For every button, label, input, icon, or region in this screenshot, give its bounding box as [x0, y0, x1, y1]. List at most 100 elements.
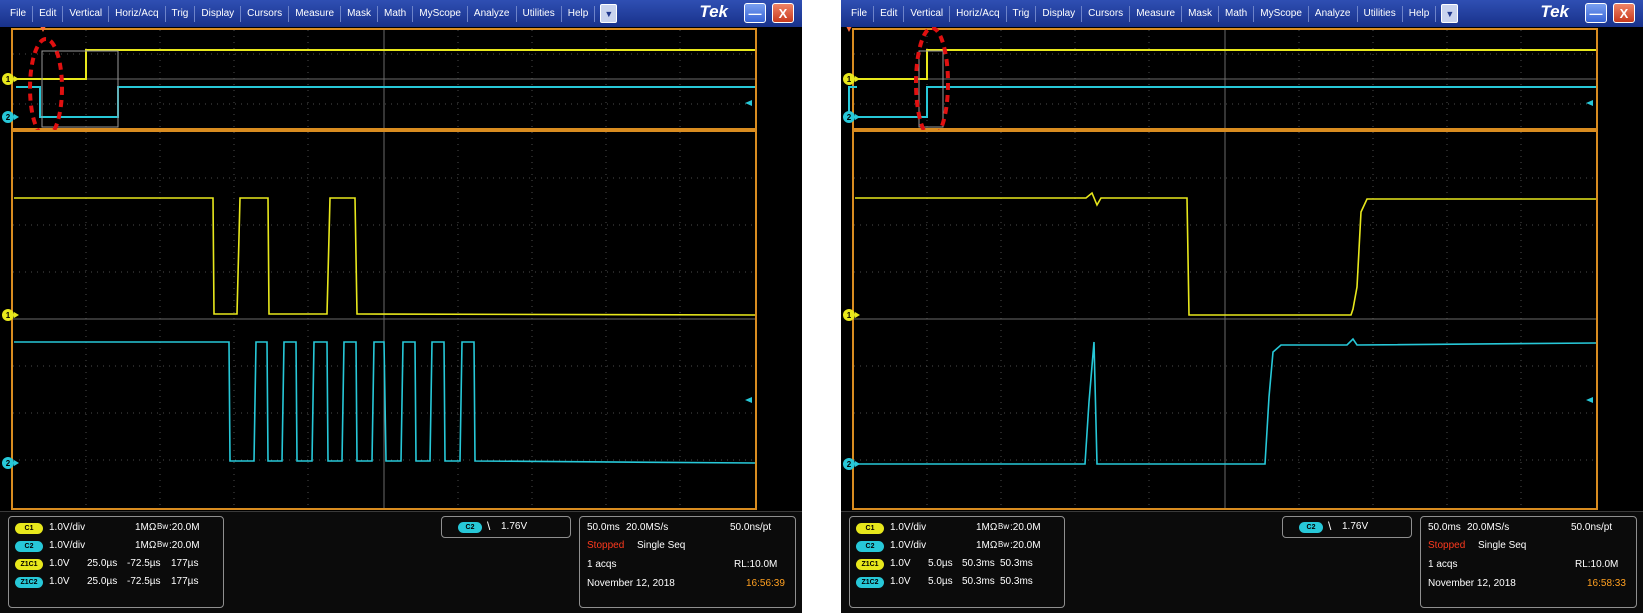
zoom1-ch1-readout[interactable]: Z1C1 1.0V 5.0µs 50.3ms 50.3ms — [850, 555, 1064, 573]
z1c2-badge: Z1C2 — [15, 577, 43, 588]
menu-utilities[interactable]: Utilities — [1358, 5, 1403, 22]
trigger-position-marker[interactable] — [846, 27, 852, 32]
svg-text:1: 1 — [847, 311, 852, 320]
timebase: 50.0ms — [587, 522, 620, 533]
acq-date: November 12, 2018 — [1428, 578, 1516, 589]
ch2-readout[interactable]: C2 1.0V/div 1MΩ Bw :20.0M — [850, 537, 1064, 555]
menu-mask[interactable]: Mask — [1182, 5, 1219, 22]
menu-horiz-acq[interactable]: Horiz/Acq — [109, 5, 166, 22]
menu-dropdown-icon[interactable]: ▼ — [1441, 4, 1459, 23]
ch2-scale: 1.0V/div — [49, 540, 86, 551]
z1c2-pos: 50.3ms — [962, 576, 995, 587]
menu-myscope[interactable]: MyScope — [413, 5, 468, 22]
menu-vertical[interactable]: Vertical — [904, 5, 951, 22]
ch2-readout[interactable]: C2 1.0V/div 1MΩ Bw :20.0M — [9, 537, 223, 555]
sample-rate: 20.0MS/s — [626, 522, 669, 533]
svg-text:2: 2 — [847, 113, 852, 122]
zoom1-ch2-readout[interactable]: Z1C2 1.0V 5.0µs 50.3ms 50.3ms — [850, 573, 1064, 591]
minimize-button[interactable]: — — [744, 3, 766, 23]
ch1-bw-label: Bw — [998, 522, 1010, 531]
waveform-display[interactable]: 1 2 1 2 — [0, 27, 802, 511]
z1c2-pos: -72.5µs — [127, 576, 161, 587]
svg-text:2: 2 — [847, 460, 852, 469]
record-length: RL:10.0M — [1575, 559, 1619, 570]
acq-count: 1 acqs — [1428, 559, 1458, 570]
menu-vertical[interactable]: Vertical — [63, 5, 110, 22]
menu-help[interactable]: Help — [1403, 5, 1437, 22]
z1c2-time: 25.0µs — [87, 576, 118, 587]
minimize-button[interactable]: — — [1585, 3, 1607, 23]
acq-mode: Single Seq — [637, 540, 686, 551]
falling-edge-icon: \ — [487, 519, 491, 533]
channel-settings-panel[interactable]: C1 1.0V/div 1MΩ Bw :20.0M C2 1.0V/div 1M… — [849, 516, 1065, 608]
svg-text:2: 2 — [6, 113, 11, 122]
resolution: 50.0ns/pt — [1571, 522, 1613, 533]
zoom1-ch2-readout[interactable]: Z1C2 1.0V 25.0µs -72.5µs 177µs — [9, 573, 223, 591]
trigger-readout[interactable]: C2 \ 1.76V — [1282, 516, 1412, 538]
ch1-badge: C1 — [15, 523, 43, 534]
record-length: RL:10.0M — [734, 559, 778, 570]
ch2-scale: 1.0V/div — [890, 540, 927, 551]
horizontal-acq-readout[interactable]: 50.0ms 20.0MS/s 50.0ns/pt Stopped Single… — [1420, 516, 1637, 608]
acq-state: Stopped — [587, 540, 625, 551]
acq-mode: Single Seq — [1478, 540, 1527, 551]
menu-help[interactable]: Help — [562, 5, 596, 22]
horizontal-acq-readout[interactable]: 50.0ms 20.0MS/s 50.0ns/pt Stopped Single… — [579, 516, 796, 608]
menu-display[interactable]: Display — [195, 5, 242, 22]
menu-file[interactable]: File — [845, 5, 875, 22]
menu-edit[interactable]: Edit — [33, 5, 64, 22]
menu-trig[interactable]: Trig — [166, 5, 196, 22]
ch1-bandwidth: :20.0M — [169, 522, 200, 533]
svg-text:1: 1 — [6, 311, 11, 320]
menu-horiz-acq[interactable]: Horiz/Acq — [950, 5, 1007, 22]
ch1-readout[interactable]: C1 1.0V/div 1MΩ Bw :20.0M — [9, 519, 223, 537]
ch2-impedance: 1MΩ — [135, 540, 157, 551]
menu-dropdown-icon[interactable]: ▼ — [600, 4, 618, 23]
oscilloscope-window-left: File Edit Vertical Horiz/Acq Trig Displa… — [0, 0, 802, 613]
ch1-readout[interactable]: C1 1.0V/div 1MΩ Bw :20.0M — [850, 519, 1064, 537]
menu-display[interactable]: Display — [1036, 5, 1083, 22]
z1c1-time: 5.0µs — [928, 558, 953, 569]
z1c1-pos: 50.3ms — [962, 558, 995, 569]
svg-text:1: 1 — [6, 75, 11, 84]
waveform-display[interactable]: 1 2 1 2 — [841, 27, 1643, 511]
menu-trig[interactable]: Trig — [1007, 5, 1037, 22]
acq-state: Stopped — [1428, 540, 1466, 551]
menu-utilities[interactable]: Utilities — [517, 5, 562, 22]
menu-math[interactable]: Math — [1219, 5, 1255, 22]
ch2-bandwidth: :20.0M — [1010, 540, 1041, 551]
z1c2-scale: 1.0V — [890, 576, 911, 587]
trigger-source-badge: C2 — [458, 522, 482, 533]
z1c2-scale: 1.0V — [49, 576, 70, 587]
channel-settings-panel[interactable]: C1 1.0V/div 1MΩ Bw :20.0M C2 1.0V/div 1M… — [8, 516, 224, 608]
trigger-readout[interactable]: C2 \ 1.76V — [441, 516, 571, 538]
menu-math[interactable]: Math — [378, 5, 414, 22]
close-button[interactable]: X — [1613, 3, 1635, 23]
menu-measure[interactable]: Measure — [1130, 5, 1183, 22]
zoom1-ch1-readout[interactable]: Z1C1 1.0V 25.0µs -72.5µs 177µs — [9, 555, 223, 573]
ch2-bw-label: Bw — [157, 540, 169, 549]
menu-myscope[interactable]: MyScope — [1254, 5, 1309, 22]
trigger-source-badge: C2 — [1299, 522, 1323, 533]
z1c1-scale: 1.0V — [49, 558, 70, 569]
ch1-bandwidth: :20.0M — [1010, 522, 1041, 533]
menu-file[interactable]: File — [4, 5, 34, 22]
menu-measure[interactable]: Measure — [289, 5, 342, 22]
menu-bar: File Edit Vertical Horiz/Acq Trig Displa… — [0, 0, 802, 27]
menu-mask[interactable]: Mask — [341, 5, 378, 22]
menu-analyze[interactable]: Analyze — [468, 5, 517, 22]
menu-analyze[interactable]: Analyze — [1309, 5, 1358, 22]
acq-date: November 12, 2018 — [587, 578, 675, 589]
z1c2-span: 177µs — [171, 576, 199, 587]
oscilloscope-window-right: File Edit Vertical Horiz/Acq Trig Displa… — [841, 0, 1643, 613]
z1c1-span: 50.3ms — [1000, 558, 1033, 569]
close-button[interactable]: X — [772, 3, 794, 23]
menu-cursors[interactable]: Cursors — [1082, 5, 1131, 22]
z1c1-badge: Z1C1 — [15, 559, 43, 570]
menu-edit[interactable]: Edit — [874, 5, 905, 22]
trigger-level: 1.76V — [501, 521, 528, 532]
menu-cursors[interactable]: Cursors — [241, 5, 290, 22]
ch2-impedance: 1MΩ — [976, 540, 998, 551]
z1c1-time: 25.0µs — [87, 558, 118, 569]
readout-bar: C1 1.0V/div 1MΩ Bw :20.0M C2 1.0V/div 1M… — [841, 511, 1643, 613]
